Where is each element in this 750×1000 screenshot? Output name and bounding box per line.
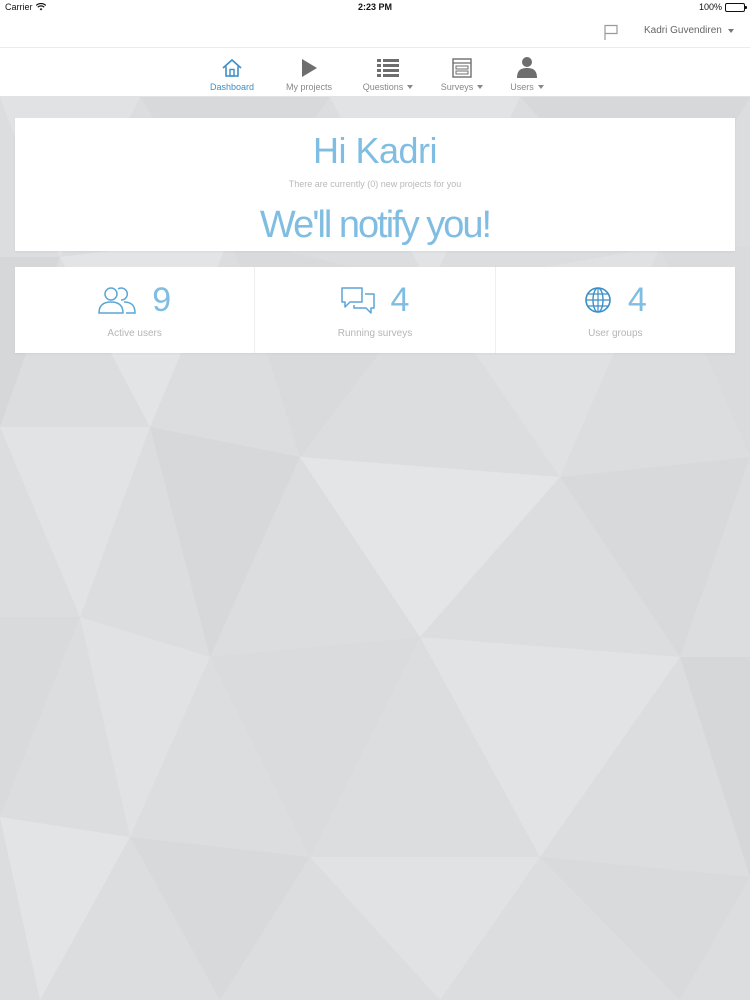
nav-dashboard[interactable]: Dashboard: [208, 54, 256, 94]
stat-value: 9: [152, 281, 172, 319]
flag-button[interactable]: [602, 23, 620, 41]
stat-label: Running surveys: [337, 328, 413, 339]
battery-indicator: 100%: [698, 2, 747, 12]
battery-icon: [725, 2, 747, 12]
chevron-down-icon: [537, 85, 544, 89]
chat-bubbles-icon: [340, 287, 375, 314]
nav-dashboard-label: Dashboard: [209, 82, 255, 92]
flag-icon: [604, 24, 618, 40]
play-icon: [302, 59, 317, 77]
users-icon: [98, 287, 136, 314]
chevron-down-icon: [727, 28, 734, 33]
stat-active-users[interactable]: 9 Active users: [15, 267, 254, 353]
nav-questions[interactable]: Questions: [361, 54, 415, 94]
survey-icon: [452, 58, 472, 78]
top-header: Kadri Guvendiren: [0, 16, 750, 48]
stat-label: User groups: [588, 328, 643, 339]
status-bar: Carrier 2:23 PM 100%: [0, 0, 750, 16]
stat-value: 4: [390, 281, 410, 319]
nav-my-projects[interactable]: My projects: [283, 54, 335, 94]
chevron-down-icon: [407, 85, 414, 89]
stats-card: 9 Active users 4 Running surveys 4 User …: [15, 267, 735, 353]
projects-status-text: There are currently (0) new projects for…: [288, 179, 462, 189]
nav-users-label: Users: [510, 82, 534, 92]
list-icon: [377, 59, 399, 77]
battery-percent: 100%: [698, 2, 722, 12]
nav-questions-label: Questions: [362, 82, 404, 92]
main-nav: Dashboard My projects Questions Surveys …: [0, 48, 750, 97]
home-icon: [222, 58, 242, 77]
user-name: Kadri Guvendiren: [644, 25, 722, 36]
nav-surveys-label: Surveys: [440, 82, 474, 92]
nav-my-projects-label: My projects: [285, 82, 332, 92]
greeting-title: Hi Kadri: [312, 130, 438, 171]
status-time: 2:23 PM: [357, 2, 392, 12]
stat-user-groups[interactable]: 4 User groups: [494, 267, 735, 353]
stat-label: Active users: [107, 328, 162, 339]
user-icon: [517, 57, 537, 78]
nav-users[interactable]: Users: [508, 54, 546, 94]
chevron-down-icon: [477, 85, 484, 89]
nav-surveys[interactable]: Surveys: [440, 54, 484, 94]
user-menu[interactable]: Kadri Guvendiren: [644, 25, 734, 36]
stat-running-surveys[interactable]: 4 Running surveys: [254, 267, 494, 353]
stat-value: 4: [627, 281, 647, 319]
notify-message: We'll notify you!: [259, 204, 492, 246]
globe-icon: [585, 287, 611, 313]
welcome-card: Hi Kadri There are currently (0) new pro…: [15, 118, 735, 251]
